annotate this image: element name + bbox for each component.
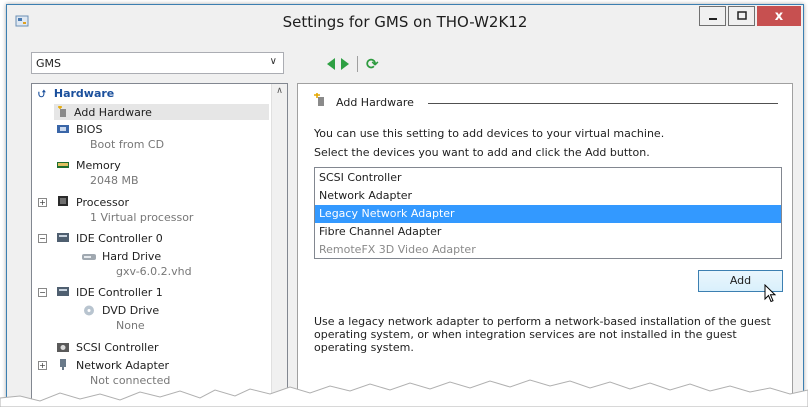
network-adapter-icon xyxy=(60,359,66,370)
ide-controller-icon xyxy=(57,233,69,242)
tree-item-bios[interactable]: BIOS xyxy=(76,123,102,136)
window-title: Settings for GMS on THO-W2K12 xyxy=(282,13,528,31)
mouse-cursor-icon xyxy=(764,284,777,303)
tree-item-processor[interactable]: Processor xyxy=(76,196,129,209)
bios-chip-icon xyxy=(57,125,69,133)
vm-selector-value: GMS xyxy=(36,57,61,70)
dvd-disc-icon xyxy=(84,305,94,316)
tree-item-hard-drive[interactable]: Hard Drive xyxy=(102,250,161,263)
tree-item-subtext: None xyxy=(116,319,145,332)
maximize-button[interactable] xyxy=(728,6,755,26)
tree-item-subtext: 2048 MB xyxy=(90,174,139,187)
tree-item-subtext: gxv-6.0.2.vhd xyxy=(116,265,192,278)
scsi-controller-icon xyxy=(57,343,69,352)
tree-scrollbar[interactable]: ∧ xyxy=(271,84,287,405)
back-arrow-icon[interactable] xyxy=(327,58,335,70)
tree-item-subtext: Not connected xyxy=(90,374,171,387)
list-item-disabled: RemoteFX 3D Video Adapter xyxy=(319,243,476,256)
vm-selector[interactable]: GMS ∨ xyxy=(31,52,284,74)
processor-icon xyxy=(58,196,68,206)
collapse-toggle[interactable]: − xyxy=(38,234,47,243)
tree-item-memory[interactable]: Memory xyxy=(76,159,121,172)
tree-item-network-adapter[interactable]: Network Adapter xyxy=(76,359,169,372)
title-bar: Settings for GMS on THO-W2K12 x xyxy=(7,5,803,39)
tree-item-ide-controller-0[interactable]: IDE Controller 0 xyxy=(76,232,163,245)
hardware-tree: ⮍ Hardware Add Hardware BIOS Boot from C… xyxy=(31,83,288,405)
tree-item-label: Add Hardware xyxy=(74,106,152,119)
hard-drive-icon xyxy=(82,254,96,260)
device-list[interactable]: SCSI Controller Network Adapter Legacy N… xyxy=(314,167,782,259)
list-item[interactable]: Fibre Channel Adapter xyxy=(315,223,781,241)
add-hardware-icon xyxy=(314,93,324,106)
list-item[interactable]: SCSI Controller xyxy=(315,169,781,187)
add-hardware-icon xyxy=(58,106,66,117)
section-title: Add Hardware xyxy=(336,96,414,109)
tree-item-dvd-drive[interactable]: DVD Drive xyxy=(102,304,159,317)
scroll-up-icon[interactable]: ∧ xyxy=(272,84,287,99)
intro-text: You can use this setting to add devices … xyxy=(314,127,665,140)
tree-header-hardware[interactable]: ⮍ Hardware xyxy=(38,87,114,104)
close-button[interactable]: x xyxy=(757,6,801,26)
section-divider xyxy=(428,103,778,104)
tree-header-label: Hardware xyxy=(53,87,115,100)
collapse-chevrons-icon: ⮍ xyxy=(38,89,47,100)
tree-item-subtext: 1 Virtual processor xyxy=(90,211,194,224)
forward-arrow-icon[interactable] xyxy=(341,58,349,70)
maximize-icon xyxy=(736,11,747,20)
minimize-icon xyxy=(708,18,717,20)
memory-module-icon xyxy=(57,162,69,168)
toolbar-separator xyxy=(357,56,358,72)
settings-detail-pane: Add Hardware You can use this setting to… xyxy=(297,83,793,405)
close-icon: x xyxy=(774,8,784,24)
ide-controller-icon xyxy=(57,287,69,296)
settings-window: Settings for GMS on THO-W2K12 x GMS ∨ ⟳ … xyxy=(6,4,804,406)
collapse-toggle[interactable]: − xyxy=(38,288,47,297)
instruction-text: Select the devices you want to add and c… xyxy=(314,146,650,159)
tree-item-scsi-controller[interactable]: SCSI Controller xyxy=(76,341,159,354)
chevron-down-icon: ∨ xyxy=(269,56,277,67)
tree-item-subtext: Boot from CD xyxy=(90,138,165,151)
list-item[interactable]: Network Adapter xyxy=(315,187,781,205)
tree-item-add-hardware[interactable]: Add Hardware xyxy=(54,104,269,120)
help-text: Use a legacy network adapter to perform … xyxy=(314,315,771,354)
expand-toggle[interactable]: + xyxy=(38,361,47,370)
expand-toggle[interactable]: + xyxy=(38,198,47,207)
refresh-icon[interactable]: ⟳ xyxy=(366,57,379,72)
list-item-selected[interactable]: Legacy Network Adapter xyxy=(315,205,781,223)
navigation-bar: ⟳ xyxy=(327,55,379,73)
tree-item-ide-controller-1[interactable]: IDE Controller 1 xyxy=(76,286,163,299)
minimize-button[interactable] xyxy=(699,6,726,26)
